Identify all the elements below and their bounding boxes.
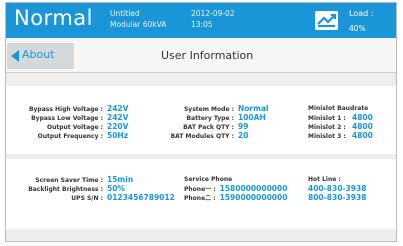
operation-mode: Normal bbox=[14, 6, 93, 30]
minislot-baudrate-heading: Minislot Baudrate bbox=[308, 105, 369, 112]
back-button[interactable]: About bbox=[7, 43, 74, 69]
back-button-label: About bbox=[22, 48, 55, 61]
phone-2-row: Phone二 :1590000000000 bbox=[184, 193, 288, 202]
title-bar: About User Information bbox=[6, 38, 396, 73]
date: 2012-09-02 bbox=[191, 9, 235, 18]
monitor-signal-icon[interactable] bbox=[315, 11, 338, 30]
back-arrow-icon bbox=[11, 50, 19, 62]
bat-modules-qty-row: BAT Modules QTY :20 bbox=[170, 131, 249, 140]
phone-1-row: Phone一 :1580000000000 bbox=[184, 184, 288, 193]
device-model: Modular 60kVA bbox=[110, 20, 167, 29]
bat-pack-qty-row: BAT Pack QTY :99 bbox=[183, 122, 249, 131]
service-phone-heading: Service Phone bbox=[184, 176, 233, 183]
screen-saver-time-row: Screen Saver Time :15min bbox=[35, 175, 134, 184]
load-value: 40% bbox=[349, 24, 366, 33]
ups-screen: Normal Untitled Modular 60kVA 2012-09-02… bbox=[5, 2, 397, 242]
contact-info-panel: Screen Saver Time :15min Backlight Brigh… bbox=[6, 159, 396, 229]
ups-sn-row: UPS S/N :0123456789012 bbox=[71, 193, 175, 202]
page-title: User Information bbox=[161, 49, 254, 62]
bypass-low-voltage-row: Bypass Low Voltage :242V bbox=[31, 113, 129, 122]
minislot-2-row: Minislot 2 :4800 bbox=[308, 122, 373, 131]
output-frequency-row: Output Frequency :50Hz bbox=[37, 131, 129, 140]
backlight-brightness-row: Backlight Brightness :50% bbox=[28, 184, 125, 193]
battery-type-row: Battery Type :100AH bbox=[186, 113, 266, 122]
time: 13:05 bbox=[191, 20, 213, 29]
minislot-1-row: Minislot 1 :4800 bbox=[308, 113, 373, 122]
hot-line-2: 800-830-3938 bbox=[308, 193, 367, 202]
system-info-panel: Bypass High Voltage :242V Bypass Low Vol… bbox=[6, 86, 396, 154]
hot-line-1: 400-830-3938 bbox=[308, 184, 367, 193]
system-mode-row: System Mode : Normal bbox=[183, 104, 269, 113]
minislot-3-row: Minislot 3 :4800 bbox=[308, 131, 373, 140]
load-label: Load : bbox=[349, 9, 374, 18]
output-voltage-row: Output Voltage :220V bbox=[46, 122, 129, 131]
status-bar: Normal Untitled Modular 60kVA 2012-09-02… bbox=[6, 3, 396, 38]
bypass-high-voltage-row: Bypass High Voltage :242V bbox=[28, 104, 129, 113]
device-name: Untitled bbox=[110, 9, 140, 18]
hot-line-heading: Hot Line : bbox=[308, 176, 341, 183]
